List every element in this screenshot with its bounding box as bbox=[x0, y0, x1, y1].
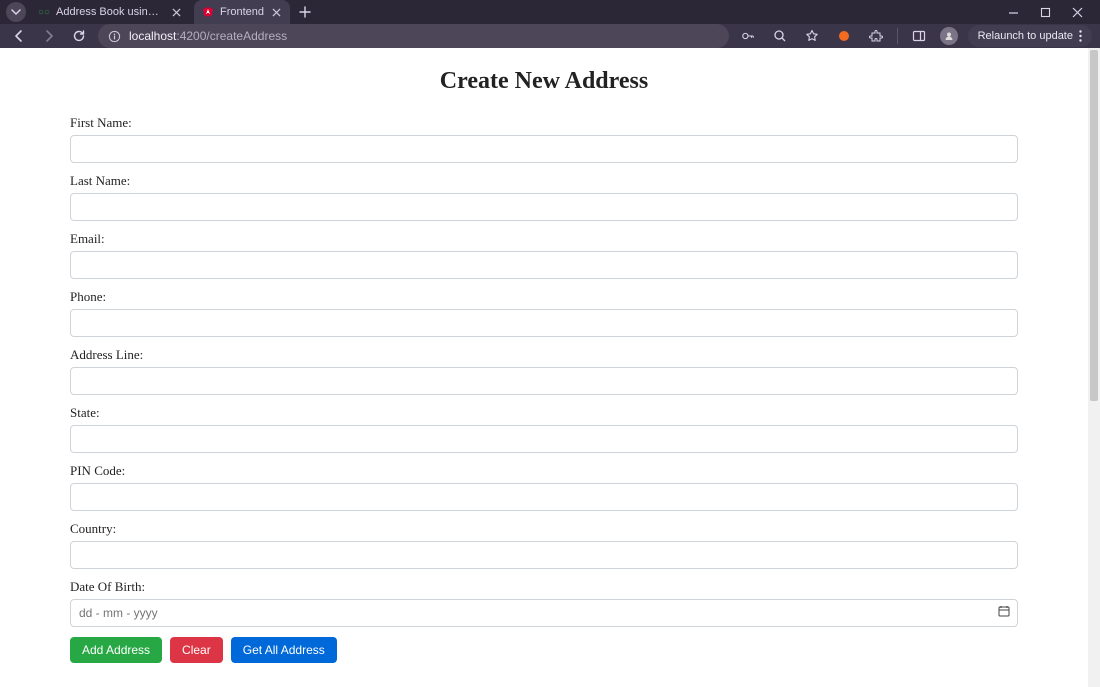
address-line-label: Address Line: bbox=[70, 347, 1018, 363]
window-minimize-button[interactable] bbox=[1006, 5, 1020, 19]
arrow-left-icon bbox=[12, 29, 26, 43]
tab-address-book[interactable]: ○○ Address Book using MEAN - W bbox=[30, 0, 190, 24]
tab-title: Address Book using MEAN - W bbox=[56, 6, 164, 18]
star-icon bbox=[805, 29, 819, 43]
extension-tangerine-icon[interactable] bbox=[833, 25, 855, 47]
favicon-icon bbox=[202, 6, 214, 18]
nav-back-button[interactable] bbox=[8, 25, 30, 47]
page-content: Create New Address First Name: Last Name… bbox=[0, 48, 1088, 687]
clear-button[interactable]: Clear bbox=[170, 637, 223, 663]
orange-circle-icon bbox=[837, 29, 851, 43]
info-icon bbox=[108, 30, 121, 43]
minimize-icon bbox=[1008, 7, 1019, 18]
plus-icon bbox=[299, 6, 311, 18]
profile-avatar[interactable] bbox=[940, 27, 958, 45]
tab-close-button[interactable] bbox=[270, 6, 282, 18]
create-address-form: First Name: Last Name: Email: Phone: Add bbox=[0, 115, 1088, 663]
close-icon bbox=[272, 8, 281, 17]
new-tab-button[interactable] bbox=[294, 1, 316, 23]
pin-code-input[interactable] bbox=[70, 483, 1018, 511]
search-tabs-button[interactable] bbox=[6, 2, 26, 22]
get-all-address-button[interactable]: Get All Address bbox=[231, 637, 337, 663]
arrow-right-icon bbox=[42, 29, 56, 43]
email-input[interactable] bbox=[70, 251, 1018, 279]
form-buttons: Add Address Clear Get All Address bbox=[70, 637, 1018, 663]
url-text: localhost:4200/createAddress bbox=[129, 29, 287, 43]
pin-code-label: PIN Code: bbox=[70, 463, 1018, 479]
phone-label: Phone: bbox=[70, 289, 1018, 305]
tab-frontend[interactable]: Frontend bbox=[194, 0, 290, 24]
zoom-button[interactable] bbox=[769, 25, 791, 47]
scrollbar-thumb[interactable] bbox=[1090, 50, 1098, 401]
page-title: Create New Address bbox=[0, 68, 1088, 95]
nav-forward-button[interactable] bbox=[38, 25, 60, 47]
favicon-icon: ○○ bbox=[38, 6, 50, 18]
field-pin-code: PIN Code: bbox=[70, 463, 1018, 511]
tab-title: Frontend bbox=[220, 6, 264, 18]
field-dob: Date Of Birth: bbox=[70, 579, 1018, 627]
country-input[interactable] bbox=[70, 541, 1018, 569]
country-label: Country: bbox=[70, 521, 1018, 537]
last-name-label: Last Name: bbox=[70, 173, 1018, 189]
kebab-icon bbox=[1079, 30, 1082, 42]
url-host: localhost bbox=[129, 29, 176, 43]
field-country: Country: bbox=[70, 521, 1018, 569]
window-controls bbox=[1006, 5, 1094, 19]
dob-label: Date Of Birth: bbox=[70, 579, 1018, 595]
add-address-button[interactable]: Add Address bbox=[70, 637, 162, 663]
relaunch-to-update-button[interactable]: Relaunch to update bbox=[968, 25, 1092, 47]
state-input[interactable] bbox=[70, 425, 1018, 453]
relaunch-label: Relaunch to update bbox=[978, 30, 1073, 42]
last-name-input[interactable] bbox=[70, 193, 1018, 221]
dob-input[interactable] bbox=[70, 599, 1018, 627]
viewport: Create New Address First Name: Last Name… bbox=[0, 48, 1100, 687]
field-state: State: bbox=[70, 405, 1018, 453]
key-icon bbox=[741, 29, 755, 43]
toolbar-separator bbox=[897, 28, 898, 44]
field-last-name: Last Name: bbox=[70, 173, 1018, 221]
field-first-name: First Name: bbox=[70, 115, 1018, 163]
close-icon bbox=[1072, 7, 1083, 18]
panel-icon bbox=[912, 29, 926, 43]
nav-reload-button[interactable] bbox=[68, 25, 90, 47]
maximize-icon bbox=[1040, 7, 1051, 18]
address-line-input[interactable] bbox=[70, 367, 1018, 395]
zoom-icon bbox=[773, 29, 787, 43]
field-address-line: Address Line: bbox=[70, 347, 1018, 395]
first-name-input[interactable] bbox=[70, 135, 1018, 163]
vertical-scrollbar[interactable] bbox=[1088, 48, 1100, 687]
bookmark-button[interactable] bbox=[801, 25, 823, 47]
state-label: State: bbox=[70, 405, 1018, 421]
toolbar-right: Relaunch to update bbox=[737, 25, 1092, 47]
extensions-button[interactable] bbox=[865, 25, 887, 47]
first-name-label: First Name: bbox=[70, 115, 1018, 131]
field-phone: Phone: bbox=[70, 289, 1018, 337]
person-icon bbox=[944, 31, 954, 41]
puzzle-icon bbox=[869, 29, 883, 43]
reload-icon bbox=[72, 29, 86, 43]
phone-input[interactable] bbox=[70, 309, 1018, 337]
browser-window: ○○ Address Book using MEAN - W Frontend bbox=[0, 0, 1100, 582]
url-path: /createAddress bbox=[206, 29, 287, 43]
url-port: :4200 bbox=[176, 29, 206, 43]
close-icon bbox=[172, 8, 181, 17]
email-label: Email: bbox=[70, 231, 1018, 247]
window-close-button[interactable] bbox=[1070, 5, 1084, 19]
window-maximize-button[interactable] bbox=[1038, 5, 1052, 19]
field-email: Email: bbox=[70, 231, 1018, 279]
tab-strip: ○○ Address Book using MEAN - W Frontend bbox=[0, 0, 1100, 24]
address-bar: localhost:4200/createAddress bbox=[0, 24, 1100, 48]
side-panel-button[interactable] bbox=[908, 25, 930, 47]
tab-close-button[interactable] bbox=[170, 6, 182, 18]
site-info-button[interactable] bbox=[108, 30, 121, 43]
password-manager-icon[interactable] bbox=[737, 25, 759, 47]
omnibox[interactable]: localhost:4200/createAddress bbox=[98, 24, 729, 48]
chevron-down-icon bbox=[11, 7, 21, 17]
